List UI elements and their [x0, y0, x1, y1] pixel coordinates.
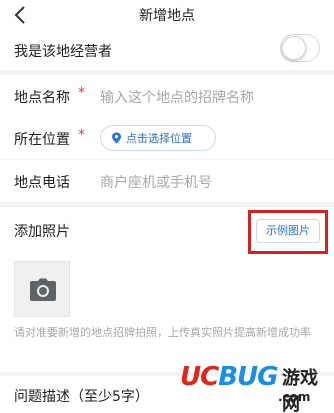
location-pin-icon — [112, 132, 121, 144]
watermark-uc: UC — [180, 362, 219, 392]
location-label: 所在位置 — [14, 132, 70, 148]
select-location-button[interactable]: 点击选择位置 — [100, 125, 216, 151]
example-photo-button[interactable]: 示例图片 — [256, 219, 320, 243]
toggle-knob — [282, 36, 306, 60]
watermark-cn: 游戏网 — [282, 368, 318, 413]
select-location-label: 点击选择位置 — [126, 132, 192, 145]
name-input[interactable]: 输入这个地点的招牌名称 — [100, 87, 254, 107]
add-photo-button[interactable] — [14, 261, 70, 317]
location-row: 所在位置 * 点击选择位置 — [0, 117, 334, 159]
page-title: 新增地点 — [139, 8, 195, 24]
photo-tip: 请对准要新增的地点招牌拍照，上传真实照片提高新增成功率 — [14, 326, 311, 339]
add-photo-label: 添加照片 — [14, 224, 70, 240]
phone-label: 地点电话 — [14, 175, 70, 191]
nav-bar: 新增地点 — [0, 0, 334, 30]
owner-label: 我是该地经营者 — [14, 44, 112, 60]
watermark-logo: UCBUG 游戏网 .com — [180, 360, 334, 413]
description-label: 问题描述（至少5字） — [14, 389, 149, 405]
name-row: 地点名称 * 输入这个地点的招牌名称 — [0, 75, 334, 117]
watermark-logo-text: UCBUG — [180, 362, 278, 392]
required-mark: * — [78, 127, 85, 143]
watermark-bug: BUG — [218, 362, 278, 392]
watermark-domain: .com — [278, 390, 311, 404]
photo-section: 添加照片 示例图片 请对准要新增的地点招牌拍照，上传真实照片提高新增成功率 — [0, 207, 334, 372]
phone-input[interactable]: 商户座机或手机号 — [100, 172, 212, 192]
phone-row: 地点电话 商户座机或手机号 — [0, 160, 334, 202]
owner-toggle[interactable] — [280, 34, 320, 62]
owner-row: 我是该地经营者 — [0, 30, 334, 70]
name-label: 地点名称 — [14, 90, 70, 106]
required-mark: * — [78, 85, 85, 101]
camera-icon — [30, 278, 56, 301]
